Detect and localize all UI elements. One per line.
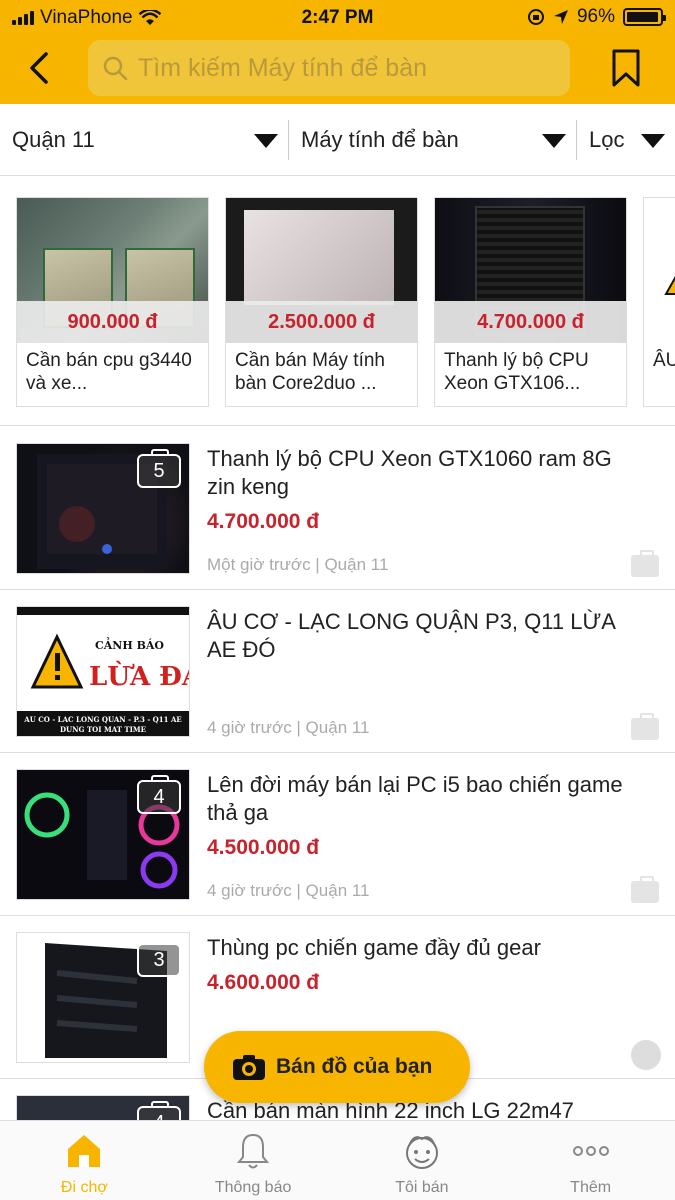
featured-title: Cần bán cpu g3440 và xe... [26,350,192,394]
photo-count-badge: 3 [137,938,181,977]
photo-count-badge: 4 [137,775,181,814]
top-bar: VinaPhone 2:47 PM 96% [0,0,675,104]
featured-card[interactable]: 900.000 đ Cần bán cpu g3440 và xe... [16,197,209,407]
featured-image: 4.700.000 đ [435,198,626,343]
featured-image: 2.500.000 đ [226,198,417,343]
tab-di-cho[interactable]: Đi chợ [0,1121,169,1200]
monitor-screen-image [244,210,394,305]
featured-carousel[interactable]: 900.000 đ Cần bán cpu g3440 và xe... 2.5… [0,177,675,426]
filter-bar: Quận 11 Máy tính để bàn Lọc [0,104,675,176]
search-box[interactable] [88,40,570,96]
battery-fill [627,12,658,22]
back-arrow-icon[interactable] [22,50,58,86]
photo-count-badge: 5 [137,449,181,488]
sell-button-label: Bán đồ của bạn [276,1055,433,1078]
featured-card[interactable]: 2.500.000 đ Cần bán Máy tính bàn Core2du… [225,197,418,407]
listing-price: 4.700.000 đ [207,510,320,533]
home-icon [68,1135,101,1167]
nav-bar [0,38,675,100]
rotation-lock-icon [527,9,544,25]
camera-icon [233,1055,265,1080]
warning-main-text: LỪA ĐẢO [89,657,190,692]
listing-image: 5 [16,443,190,574]
tab-label: Tôi bán [395,1179,449,1196]
listing-meta: Một giờ trước | Quận 11 [207,555,389,574]
featured-image: 900.000 đ [17,198,208,343]
featured-title: Thanh lý bộ CPU Xeon GTX106... [444,350,589,394]
listing-item[interactable]: CẢNH BÁO LỪA ĐẢO AU CO - LAC LONG QUAN -… [0,590,675,753]
listing-title: Lên đời máy bán lại PC i5 bao chiến game… [207,772,623,825]
listing-title: Thùng pc chiến game đầy đủ gear [207,935,541,960]
listing-item[interactable]: 5 Thanh lý bộ CPU Xeon GTX1060 ram 8G zi… [0,427,675,590]
location-filter[interactable]: Quận 11 [0,104,288,176]
tab-toi-ban[interactable]: Tôi bán [338,1121,507,1200]
caret-down-icon [542,133,566,148]
bookmark-icon[interactable] [611,48,641,88]
search-icon [103,56,128,81]
battery-percent: 96% [576,6,615,27]
seller-face-icon [405,1136,438,1169]
location-icon [553,10,568,24]
category-filter-label: Máy tính để bàn [301,126,459,152]
warning-title-text: CẢNH BÁO [95,637,164,652]
featured-price: 4.700.000 đ [435,301,626,343]
tab-thong-bao[interactable]: Thông báo [169,1121,338,1200]
briefcase-icon [631,550,659,577]
listing-title: Thanh lý bộ CPU Xeon GTX1060 ram 8G zin … [207,446,612,499]
listing-image: CẢNH BÁO LỪA ĐẢO AU CO - LAC LONG QUAN -… [16,606,190,737]
listing-image: 3 [16,932,190,1063]
tab-label: Đi chợ [60,1179,108,1196]
more-filter[interactable]: Lọc [576,119,675,160]
sell-button[interactable]: Bán đồ của bạn [204,1031,470,1103]
category-filter[interactable]: Máy tính để bàn [288,119,576,160]
bell-icon [237,1133,270,1169]
featured-price: 2.500.000 đ [226,301,417,343]
status-right: 96% [527,6,666,28]
featured-card[interactable]: 4.700.000 đ Thanh lý bộ CPU Xeon GTX106.… [434,197,627,407]
user-avatar-icon [631,1040,661,1070]
featured-title: ÂU LC [653,350,675,371]
listing-price: 4.600.000 đ [207,971,320,994]
battery-icon [623,8,666,26]
warning-caption-text: AU CO - LAC LONG QUAN - P.3 - Q11 AE DUN… [24,715,182,734]
caret-down-icon [641,133,665,148]
tab-label: Thêm [570,1179,612,1196]
more-filter-label: Lọc [589,126,625,152]
featured-title: Cần bán Máy tính bàn Core2duo ... [235,350,385,394]
listing-image: 4 [16,769,190,900]
bottom-tab-bar: Đi chợ Thông báo Tôi bán Thêm [0,1120,675,1200]
featured-image [644,198,675,343]
status-bar: VinaPhone 2:47 PM 96% [0,0,675,34]
briefcase-icon [631,876,659,903]
listing-meta: 4 giờ trước | Quận 11 [207,881,370,900]
listing-meta: 4 giờ trước | Quận 11 [207,718,370,737]
search-input[interactable] [138,53,558,83]
location-filter-label: Quận 11 [12,126,95,152]
tab-them[interactable]: Thêm [506,1121,675,1200]
listing-item[interactable]: 4 Lên đời máy bán lại PC i5 bao chiến ga… [0,753,675,916]
tab-label: Thông báo [214,1179,292,1196]
listing-price: 4.500.000 đ [207,836,320,859]
more-dots-icon [572,1146,609,1156]
listing-title: ÂU CƠ - LẠC LONG QUẬN P3, Q11 LỪA AE ĐÓ [207,609,615,662]
caret-down-icon [254,133,278,148]
briefcase-icon [631,713,659,740]
featured-card[interactable]: ÂU LC [643,197,675,407]
featured-price: 900.000 đ [17,301,208,343]
warning-triangle-icon [664,275,675,295]
